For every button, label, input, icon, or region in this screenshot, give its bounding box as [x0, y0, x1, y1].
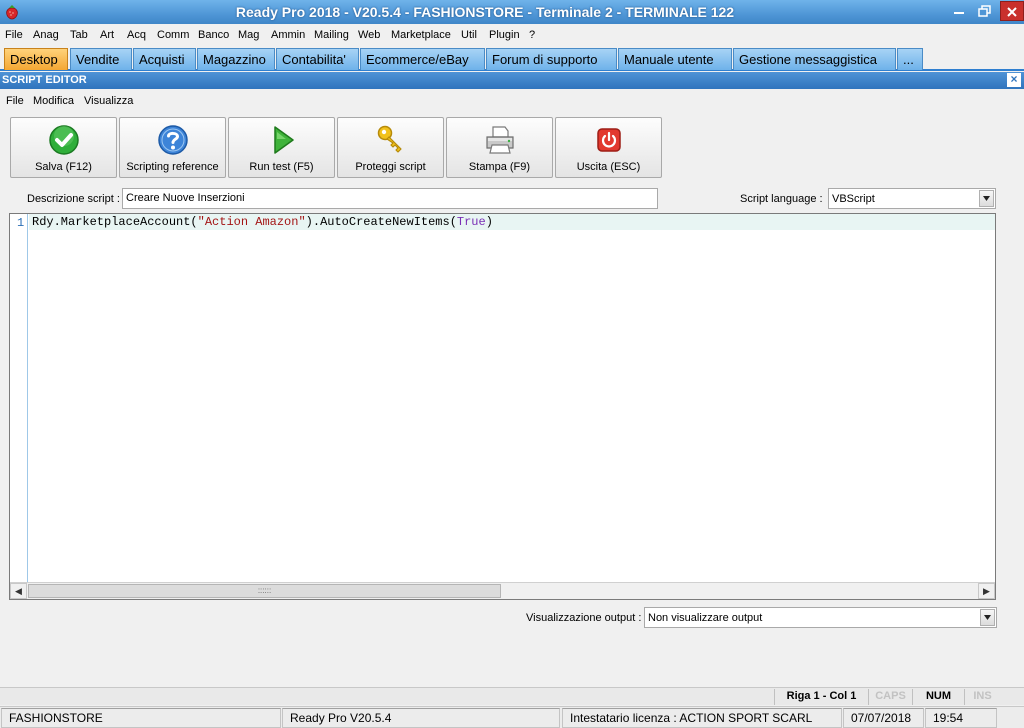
help-icon [158, 125, 188, 155]
horizontal-scrollbar[interactable]: ◀ :::::: ▶ [10, 582, 995, 599]
print-label: Stampa (F9) [468, 161, 531, 173]
key-icon [377, 125, 402, 153]
line-number: 1 [17, 216, 25, 230]
tab-magazzino[interactable]: Magazzino [197, 48, 275, 70]
menu-mailing[interactable]: Mailing [314, 29, 349, 41]
printer-icon [486, 126, 514, 154]
code-keyword: True [456, 215, 486, 229]
output-label: Visualizzazione output : [526, 612, 642, 624]
caps-indicator: CAPS [868, 689, 912, 705]
restore-button[interactable] [972, 1, 998, 21]
menu-web[interactable]: Web [358, 29, 380, 41]
code-line[interactable]: Rdy.MarketplaceAccount("Action Amazon").… [32, 215, 493, 229]
script-editor-header: SCRIPT EDITOR × [0, 72, 1024, 89]
menu-tab[interactable]: Tab [70, 29, 88, 41]
title-bar: Ready Pro 2018 - V20.5.4 - FASHIONSTORE … [0, 0, 1024, 24]
run-test-button[interactable]: Run test (F5) [228, 117, 335, 178]
editor-toolbar: Salva (F12) Scripting reference Run test… [0, 112, 1024, 180]
code-prefix: Rdy.MarketplaceAccount( [32, 215, 198, 229]
play-icon [274, 126, 294, 154]
exit-button[interactable]: Uscita (ESC) [555, 117, 662, 178]
minimize-button[interactable] [946, 1, 972, 21]
status-date: 07/07/2018 [843, 708, 924, 728]
menu-acq[interactable]: Acq [127, 29, 146, 41]
tab-more[interactable]: ... [897, 48, 923, 70]
menu-art[interactable]: Art [100, 29, 114, 41]
close-icon [1007, 7, 1017, 17]
line-gutter: 1 [10, 214, 28, 582]
num-indicator: NUM [912, 689, 964, 705]
menu-plugin[interactable]: Plugin [489, 29, 520, 41]
cursor-position: Riga 1 - Col 1 [774, 689, 868, 705]
output-select[interactable]: Non visualizzare output [644, 607, 997, 628]
scripting-reference-button[interactable]: Scripting reference [119, 117, 226, 178]
scripting-reference-label: Scripting reference [126, 161, 219, 173]
menu-ammin[interactable]: Ammin [271, 29, 305, 41]
run-test-label: Run test (F5) [249, 161, 314, 173]
status-time: 19:54 [925, 708, 997, 728]
restore-icon [978, 5, 991, 17]
checkmark-icon [49, 125, 79, 155]
submenu-file[interactable]: File [6, 95, 24, 107]
scrollbar-grip: :::::: [257, 586, 272, 595]
menu-anag[interactable]: Anag [33, 29, 59, 41]
language-label: Script language : [740, 193, 823, 205]
submenu-modifica[interactable]: Modifica [33, 95, 74, 107]
menu-mag[interactable]: Mag [238, 29, 259, 41]
ins-indicator: INS [964, 689, 1000, 705]
menu-bar: File Anag Tab Art Acq Comm Banco Mag Amm… [0, 26, 1024, 46]
main-tabs: Desktop Vendite Acquisti Magazzino Conta… [0, 46, 1024, 71]
editor-status-bar: Riga 1 - Col 1 CAPS NUM INS [0, 687, 1024, 705]
window-title: Ready Pro 2018 - V20.5.4 - FASHIONSTORE … [235, 4, 735, 20]
save-label: Salva (F12) [35, 161, 92, 173]
language-value: VBScript [832, 193, 875, 205]
description-input[interactable]: Creare Nuove Inserzioni [122, 188, 658, 209]
scroll-left-icon[interactable]: ◀ [10, 583, 27, 599]
print-button[interactable]: Stampa (F9) [446, 117, 553, 178]
code-string: "Action Amazon" [197, 215, 306, 229]
code-middle: ).AutoCreateNewItems( [305, 215, 457, 229]
menu-util[interactable]: Util [461, 29, 477, 41]
editor-menu-bar: File Modifica Visualizza [0, 92, 1024, 110]
menu-help[interactable]: ? [529, 29, 535, 41]
menu-comm[interactable]: Comm [157, 29, 189, 41]
output-value: Non visualizzare output [648, 612, 763, 624]
app-status-bar: FASHIONSTORE Ready Pro V20.5.4 Intestata… [0, 706, 1024, 728]
panel-close-icon[interactable]: × [1007, 73, 1021, 87]
exit-label: Uscita (ESC) [576, 161, 641, 173]
minimize-icon [954, 12, 964, 14]
tab-vendite[interactable]: Vendite [70, 48, 132, 70]
tab-desktop[interactable]: Desktop [4, 48, 68, 70]
save-button[interactable]: Salva (F12) [10, 117, 117, 178]
company-name: FASHIONSTORE [1, 708, 281, 728]
submenu-visualizza[interactable]: Visualizza [84, 95, 133, 107]
protect-script-button[interactable]: Proteggi script [337, 117, 444, 178]
tab-manuale-utente[interactable]: Manuale utente [618, 48, 732, 70]
tab-forum-di-supporto[interactable]: Forum di supporto [486, 48, 617, 70]
tab-gestione-messaggistica[interactable]: Gestione messaggistica [733, 48, 896, 70]
tab-acquisti[interactable]: Acquisti [133, 48, 196, 70]
close-button[interactable] [1000, 1, 1024, 21]
scroll-right-icon[interactable]: ▶ [978, 583, 995, 599]
app-version: Ready Pro V20.5.4 [282, 708, 560, 728]
menu-file[interactable]: File [5, 29, 23, 41]
chevron-down-icon[interactable] [979, 190, 994, 207]
language-select[interactable]: VBScript [828, 188, 996, 209]
tab-ecommerce-ebay[interactable]: Ecommerce/eBay [360, 48, 485, 70]
protect-script-label: Proteggi script [355, 161, 426, 173]
code-editor[interactable]: 1 Rdy.MarketplaceAccount("Action Amazon"… [9, 213, 996, 600]
scrollbar-thumb[interactable]: :::::: [28, 584, 501, 598]
menu-banco[interactable]: Banco [198, 29, 229, 41]
description-label: Descrizione script : [27, 193, 120, 205]
power-icon [597, 128, 621, 152]
license-holder: Intestatario licenza : ACTION SPORT SCAR… [562, 708, 842, 728]
code-suffix: ) [485, 215, 493, 229]
chevron-down-icon[interactable] [980, 609, 995, 626]
tab-contabilita[interactable]: Contabilita' [276, 48, 359, 70]
panel-title: SCRIPT EDITOR [2, 74, 87, 86]
menu-marketplace[interactable]: Marketplace [391, 29, 451, 41]
